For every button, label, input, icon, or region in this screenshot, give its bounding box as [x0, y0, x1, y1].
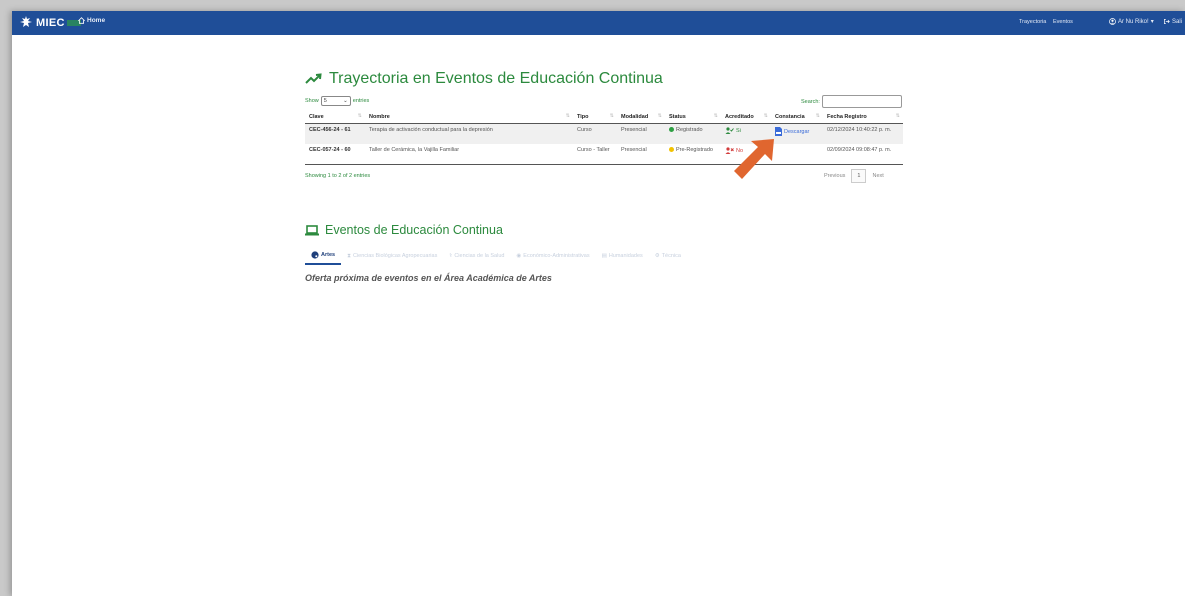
trayectoria-heading: Trayectoria en Eventos de Educación Cont…	[305, 70, 663, 88]
column-header-nombre[interactable]: Nombre ⇅	[365, 110, 573, 124]
sort-icon: ⇅	[657, 113, 662, 119]
pagination-previous[interactable]: Previous	[824, 173, 845, 179]
cell-nombre: Terapia de activación conductual para la…	[365, 123, 573, 144]
cell-fecha: 02/09/2024 09:08:47 p. m.	[823, 144, 903, 165]
cell-fecha: 02/12/2024 10:40:22 p. m.	[823, 123, 903, 144]
sort-icon: ⇅	[763, 113, 768, 119]
navbar: MIEC Home Trayectoria Eventos Ar Nu Riko…	[12, 11, 1185, 35]
trending-up-icon	[305, 73, 322, 84]
tab-ciencias-salud[interactable]: ⚕ Ciencias de la Salud	[443, 251, 510, 263]
status-dot-icon	[669, 147, 674, 153]
logout-label: Sali	[1172, 18, 1183, 25]
cell-nombre: Taller de Cerámica, la Vajilla Familiar	[365, 144, 573, 165]
column-header-constancia[interactable]: Constancia ⇅	[771, 110, 823, 124]
cell-tipo: Curso	[573, 123, 617, 144]
cell-constancia[interactable]: Descargar	[771, 123, 823, 144]
tab-economico-administrativas[interactable]: ◉ Económico-Administrativas	[510, 251, 595, 263]
status-dot-icon	[669, 127, 674, 133]
laptop-icon	[305, 224, 319, 235]
search-input[interactable]	[821, 95, 902, 108]
area-tabs: Artes ⧗ Ciencias Biológicas Agropecuaria…	[305, 249, 687, 265]
home-icon	[78, 17, 85, 24]
cell-clave: CEC-057-24 - 60	[305, 144, 365, 165]
pagination-page[interactable]: 1	[851, 169, 867, 183]
eventos-heading: Eventos de Educación Continua	[305, 223, 503, 237]
pagination-next[interactable]: Next	[872, 173, 883, 179]
column-header-fecha-registro[interactable]: Fecha Registro ⇅	[823, 110, 903, 124]
emblem-icon	[20, 16, 32, 27]
user-name: Ar Nu Riko!	[1118, 18, 1149, 25]
sort-icon: ⇅	[895, 113, 900, 119]
pointer-arrow-icon	[734, 139, 774, 179]
cell-status: Pre-Registrado	[665, 144, 721, 165]
caret-down-icon: ▾	[1150, 19, 1154, 25]
brand-text: MIEC	[36, 17, 65, 29]
sort-icon: ⇅	[713, 113, 718, 119]
cell-tipo: Curso - Taller	[573, 144, 617, 165]
cell-modalidad: Presencial	[617, 144, 665, 165]
table-row: CEC-057-24 - 60 Taller de Cerámica, la V…	[305, 144, 903, 165]
column-header-acreditado[interactable]: Acreditado ⇅	[721, 110, 771, 124]
status-text: Registrado	[676, 127, 703, 133]
cell-status: Registrado	[665, 123, 721, 144]
sort-icon: ⇅	[609, 113, 614, 119]
sort-icon: ⇅	[357, 113, 362, 119]
logout-link[interactable]: Sali	[1163, 18, 1182, 25]
tab-artes[interactable]: Artes	[305, 249, 342, 265]
trayectoria-table: Clave ⇅ Nombre ⇅ Tipo ⇅ Modalidad ⇅ Status ⇅ …	[305, 110, 903, 165]
books-icon: ▤	[601, 253, 607, 259]
cell-modalidad: Presencial	[617, 123, 665, 144]
table-row: CEC-456-24 - 61 Terapia de activación co…	[305, 123, 903, 144]
cell-clave: CEC-456-24 - 61	[305, 123, 365, 144]
entries-label: entries	[352, 98, 370, 104]
entries-length-control: Show 5 ⌄ entries	[305, 96, 369, 106]
column-header-status[interactable]: Status ⇅	[665, 110, 721, 124]
tab-ciencias-biologicas[interactable]: ⧗ Ciencias Biológicas Agropecuarias	[341, 251, 443, 264]
logout-icon	[1164, 19, 1170, 24]
sort-icon: ⇅	[565, 113, 570, 119]
page-title: Trayectoria en Eventos de Educación Cont…	[329, 70, 663, 87]
tab-humanidades[interactable]: ▤ Humanidades	[596, 251, 649, 263]
brand-logo[interactable]: MIEC	[18, 15, 81, 31]
user-circle-icon	[1109, 18, 1116, 25]
table-header-row: Clave ⇅ Nombre ⇅ Tipo ⇅ Modalidad ⇅ Status ⇅ …	[305, 110, 903, 124]
nav-home-link[interactable]: Home	[78, 17, 105, 24]
section-title: Eventos de Educación Continua	[325, 223, 503, 237]
tab-tecnica[interactable]: ⚙ Técnica	[649, 251, 687, 263]
gear-icon: ⚙	[654, 253, 660, 259]
chevron-down-icon: ⌄	[343, 98, 348, 104]
acreditado-text: Si	[736, 127, 741, 134]
page: MIEC Home Trayectoria Eventos Ar Nu Riko…	[12, 11, 1185, 596]
oferta-text: Oferta próxima de eventos en el Área Aca…	[305, 273, 552, 283]
caduceus-icon: ⚕	[449, 253, 453, 259]
table-search: Search:	[801, 95, 902, 108]
search-label: Search:	[801, 98, 820, 105]
palette-icon	[311, 251, 319, 259]
pagination: Previous 1 Next	[824, 169, 884, 183]
entries-select[interactable]: 5 ⌄	[320, 96, 351, 106]
show-label: Show	[305, 98, 319, 104]
nav-home-label: Home	[87, 17, 106, 24]
user-menu[interactable]: Ar Nu Riko! ▾	[1109, 18, 1154, 25]
sort-icon: ⇅	[815, 113, 820, 119]
column-header-modalidad[interactable]: Modalidad ⇅	[617, 110, 665, 124]
column-header-tipo[interactable]: Tipo ⇅	[573, 110, 617, 124]
column-header-clave[interactable]: Clave ⇅	[305, 110, 365, 124]
coins-icon: ◉	[516, 253, 522, 259]
nav-link-eventos[interactable]: Eventos	[1053, 19, 1073, 25]
dna-icon: ⧗	[347, 252, 351, 259]
status-text: Pre-Registrado	[676, 147, 713, 153]
nav-link-trayectoria[interactable]: Trayectoria	[1019, 19, 1046, 25]
user-check-icon	[725, 127, 734, 134]
entries-select-value: 5	[323, 98, 327, 104]
table-info: Showing 1 to 2 of 2 entries	[305, 173, 371, 179]
download-link[interactable]: Descargar	[784, 129, 809, 135]
cell-constancia	[771, 144, 823, 165]
